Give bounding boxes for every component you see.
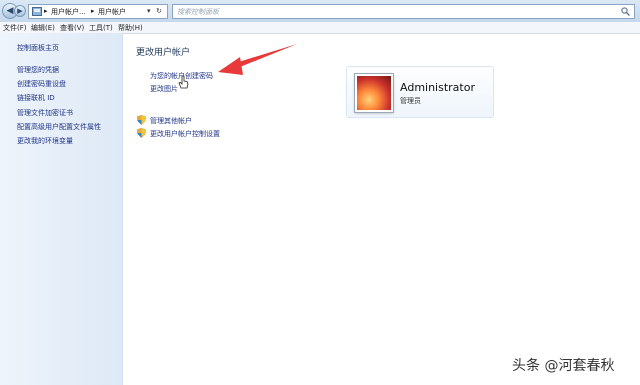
- control-panel-icon: [32, 7, 42, 16]
- sidebar-item-link-online-id[interactable]: 链接联机 ID: [17, 93, 55, 103]
- menu-edit[interactable]: 编辑(E): [31, 23, 55, 33]
- manage-other-accounts-link[interactable]: 管理其他帐户: [150, 116, 192, 126]
- account-card: Administrator 管理员: [346, 66, 494, 118]
- back-arrow-icon: ◀: [6, 6, 14, 16]
- menu-file[interactable]: 文件(F): [3, 23, 27, 33]
- menu-tools[interactable]: 工具(T): [89, 23, 113, 33]
- sidebar-item-encryption-certificates[interactable]: 管理文件加密证书: [17, 108, 73, 118]
- breadcrumb-item-user-accounts-parent[interactable]: 用户帐户...: [51, 7, 86, 17]
- watermark: 头条 @河套春秋: [512, 358, 615, 374]
- breadcrumb-separator: ▸: [91, 7, 95, 15]
- breadcrumb-separator: ▸: [44, 7, 48, 15]
- search-box[interactable]: [172, 4, 635, 19]
- account-name: Administrator: [400, 81, 475, 94]
- search-input[interactable]: [173, 5, 611, 18]
- forward-arrow-icon: ▶: [17, 7, 23, 15]
- user-avatar: [355, 74, 393, 112]
- account-role: 管理员: [400, 97, 421, 105]
- sidebar-item-advanced-profile[interactable]: 配置高级用户配置文件属性: [17, 122, 101, 132]
- uac-shield-icon: [137, 115, 146, 125]
- menu-help[interactable]: 帮助(H): [118, 23, 143, 33]
- chevron-down-icon[interactable]: ▾: [147, 7, 151, 15]
- address-bar: ◀ ▶ ▸ 用户帐户... ▸ 用户帐户 ▾ ↻: [0, 0, 640, 23]
- breadcrumb-item-user-accounts[interactable]: 用户帐户: [98, 7, 126, 17]
- sidebar-item-environment-variables[interactable]: 更改我的环境变量: [17, 136, 73, 146]
- sidebar-home-link[interactable]: 控制面板主页: [17, 43, 59, 53]
- breadcrumb[interactable]: ▸ 用户帐户... ▸ 用户帐户 ▾ ↻: [28, 4, 168, 19]
- sidebar: 控制面板主页 管理您的凭据 创建密码重设盘 链接联机 ID 管理文件加密证书 配…: [0, 33, 123, 385]
- menu-view[interactable]: 查看(V): [60, 23, 84, 33]
- page-title: 更改用户帐户: [136, 48, 191, 58]
- search-icon[interactable]: [621, 7, 630, 16]
- sidebar-item-password-reset-disk[interactable]: 创建密码重设盘: [17, 79, 66, 89]
- forward-button[interactable]: ▶: [14, 5, 26, 17]
- hand-cursor-icon: [178, 75, 189, 89]
- sidebar-item-manage-credentials[interactable]: 管理您的凭据: [17, 65, 59, 75]
- change-picture-link[interactable]: 更改图片: [150, 84, 178, 94]
- uac-shield-icon: [137, 128, 146, 138]
- uac-settings-link[interactable]: 更改用户帐户控制设置: [150, 129, 220, 139]
- refresh-icon[interactable]: ↻: [156, 7, 162, 15]
